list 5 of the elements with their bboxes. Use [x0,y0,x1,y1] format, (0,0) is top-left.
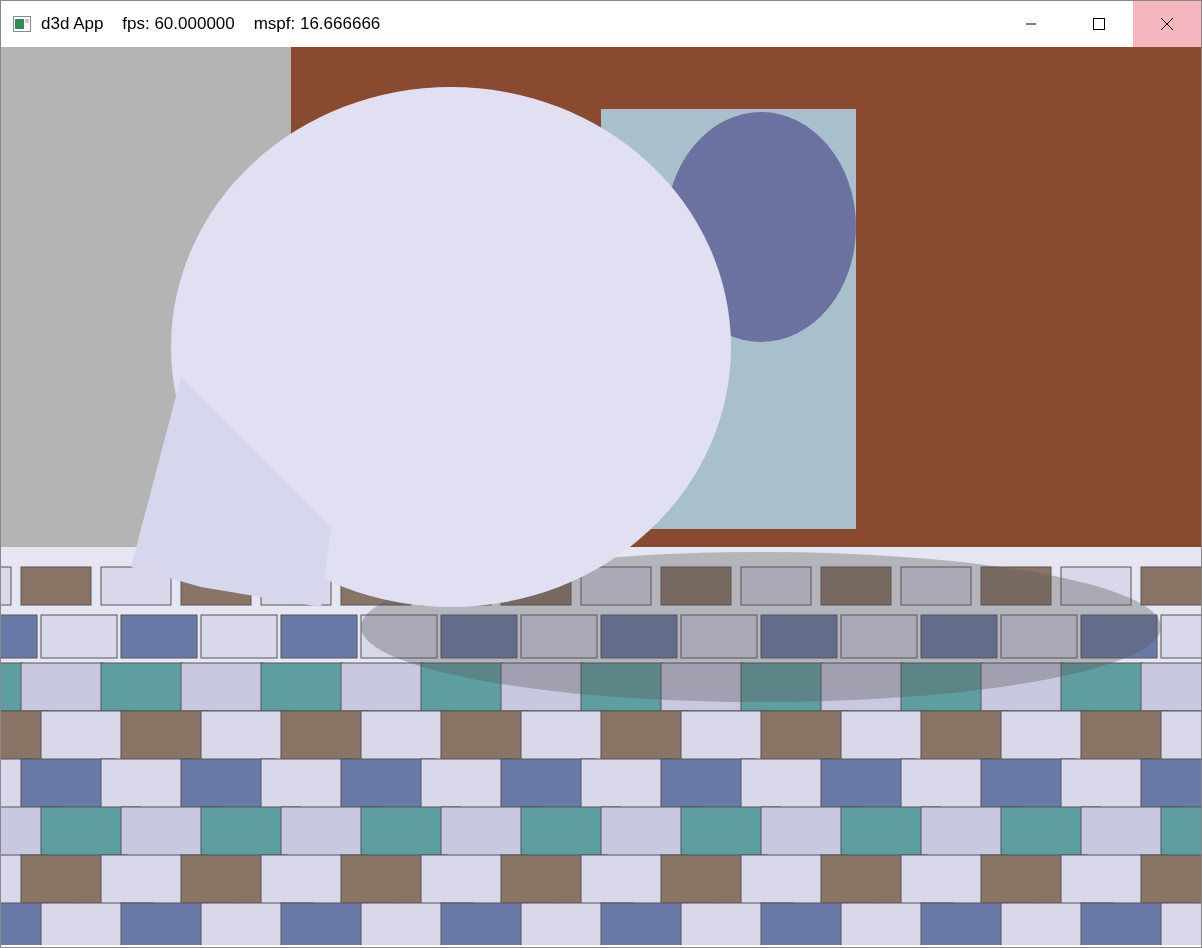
close-icon [1160,17,1174,31]
window-title: d3d App fps: 60.000000 mspf: 16.666666 [41,14,381,34]
close-button[interactable] [1133,1,1201,47]
maximize-icon [1092,17,1106,31]
app-icon [13,16,31,32]
